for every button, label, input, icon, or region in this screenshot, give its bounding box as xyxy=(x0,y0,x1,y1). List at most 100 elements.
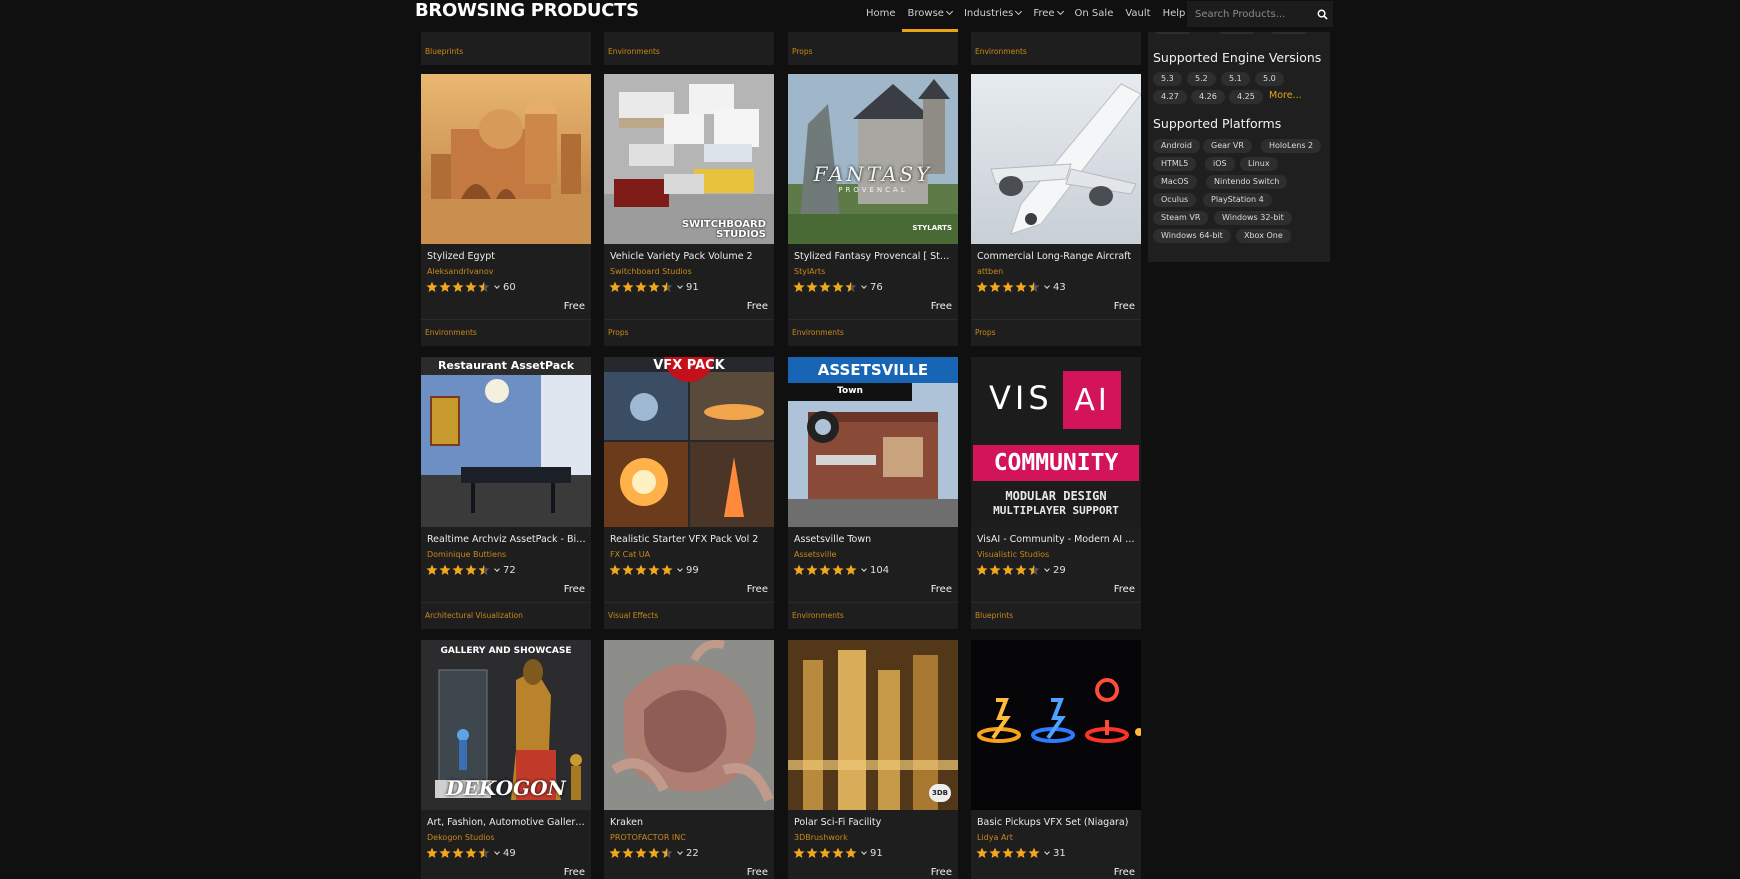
chevron-down-icon[interactable] xyxy=(861,283,867,289)
category-link[interactable]: Environments xyxy=(792,611,844,620)
nav-home[interactable]: Home xyxy=(866,0,896,32)
product-thumbnail[interactable]: SWITCHBOARD STUDIOS xyxy=(604,74,774,244)
seller-name[interactable]: StylArts xyxy=(794,267,825,276)
chevron-down-icon[interactable] xyxy=(861,566,867,572)
product-title[interactable]: Vehicle Variety Pack Volume 2 xyxy=(610,251,770,262)
more-versions-link[interactable]: More... xyxy=(1269,90,1302,101)
platform-pill[interactable]: Windows 32-bit xyxy=(1214,211,1292,225)
product-title[interactable]: Realtime Archviz AssetPack - Bistro xyxy=(427,534,587,545)
seller-name[interactable]: Lidya Art xyxy=(977,833,1013,842)
category-link[interactable]: Environments xyxy=(608,47,660,56)
product-thumbnail[interactable] xyxy=(971,74,1141,244)
product-title[interactable]: VisAI - Community - Modern AI Framework xyxy=(977,534,1137,545)
category-link[interactable]: Props xyxy=(975,328,996,337)
chevron-down-icon[interactable] xyxy=(494,849,500,855)
engine-version-pill[interactable]: 4.26 xyxy=(1191,90,1225,104)
platform-pill[interactable]: iOS xyxy=(1205,157,1235,171)
product-title[interactable]: Assetsville Town xyxy=(794,534,954,545)
platform-pill[interactable]: HoloLens 2 xyxy=(1261,139,1322,153)
seller-name[interactable]: AleksandrIvanov xyxy=(427,267,493,276)
seller-name[interactable]: FX Cat UA xyxy=(610,550,650,559)
product-thumbnail[interactable] xyxy=(971,640,1141,810)
product-card[interactable]: 3DB Polar Sci-Fi Facility 3DBrushwork 91… xyxy=(788,640,958,879)
product-title[interactable]: Basic Pickups VFX Set (Niagara) xyxy=(977,817,1137,828)
engine-version-pill[interactable]: 4.25 xyxy=(1229,90,1263,104)
nav-help[interactable]: Help xyxy=(1163,0,1186,32)
chevron-down-icon[interactable] xyxy=(1044,566,1050,572)
chevron-down-icon[interactable] xyxy=(1044,283,1050,289)
chevron-down-icon[interactable] xyxy=(677,849,683,855)
search-icon[interactable] xyxy=(1311,1,1333,27)
platform-pill[interactable]: HTML5 xyxy=(1153,157,1197,171)
product-title[interactable]: Art, Fashion, Automotive Galleries and S… xyxy=(427,817,587,828)
product-thumbnail[interactable]: GALLERY AND SHOWCASE DEKOGON xyxy=(421,640,591,810)
product-thumbnail[interactable]: 3DB xyxy=(788,640,958,810)
engine-version-pill[interactable]: 5.2 xyxy=(1187,72,1216,86)
product-card[interactable]: VFX PACK Realistic Starter VFX Pack Vol … xyxy=(604,357,774,629)
product-title[interactable]: Commercial Long-Range Aircraft xyxy=(977,251,1137,262)
product-thumbnail[interactable]: ASSETSVILLE Town xyxy=(788,357,958,527)
seller-name[interactable]: attben xyxy=(977,267,1003,276)
category-link[interactable]: Visual Effects xyxy=(608,611,658,620)
product-card[interactable]: Kraken PROTOFACTOR INC 22 Free xyxy=(604,640,774,879)
seller-name[interactable]: Switchboard Studios xyxy=(610,267,692,276)
category-link[interactable]: Environments xyxy=(425,328,477,337)
platform-pill[interactable]: Gear VR xyxy=(1203,139,1252,153)
product-thumbnail[interactable]: VIS AI COMMUNITY MODULAR DESIGN MULTIPLA… xyxy=(971,357,1141,527)
nav-browse[interactable]: Browse xyxy=(901,0,959,32)
category-link[interactable]: Props xyxy=(792,47,813,56)
product-title[interactable]: Kraken xyxy=(610,817,770,828)
platform-pill[interactable]: Linux xyxy=(1240,157,1278,171)
category-link[interactable]: Blueprints xyxy=(425,47,463,56)
category-link[interactable]: Blueprints xyxy=(975,611,1013,620)
engine-version-pill[interactable]: 5.0 xyxy=(1255,72,1284,86)
product-card[interactable]: Commercial Long-Range Aircraft attben 43… xyxy=(971,74,1141,346)
category-link[interactable]: Architectural Visualization xyxy=(425,611,523,620)
category-link[interactable]: Environments xyxy=(792,328,844,337)
seller-name[interactable]: PROTOFACTOR INC xyxy=(610,833,686,842)
platform-pill[interactable]: Android xyxy=(1153,139,1200,153)
chevron-down-icon[interactable] xyxy=(677,283,683,289)
nav-free[interactable]: Free xyxy=(1033,0,1064,32)
engine-version-pill[interactable]: 5.1 xyxy=(1221,72,1250,86)
product-card[interactable]: Basic Pickups VFX Set (Niagara) Lidya Ar… xyxy=(971,640,1141,879)
seller-name[interactable]: Dekogon Studios xyxy=(427,833,495,842)
product-thumbnail[interactable]: Restaurant AssetPack xyxy=(421,357,591,527)
chevron-down-icon[interactable] xyxy=(861,849,867,855)
engine-version-pill[interactable]: 4.27 xyxy=(1153,90,1187,104)
product-card[interactable]: VIS AI COMMUNITY MODULAR DESIGN MULTIPLA… xyxy=(971,357,1141,629)
product-thumbnail[interactable] xyxy=(604,640,774,810)
category-link[interactable]: Props xyxy=(608,328,629,337)
product-thumbnail[interactable]: FANTASY PROVENCAL STYLARTS xyxy=(788,74,958,244)
product-title[interactable]: Realistic Starter VFX Pack Vol 2 xyxy=(610,534,770,545)
chevron-down-icon[interactable] xyxy=(494,283,500,289)
product-thumbnail[interactable]: VFX PACK xyxy=(604,357,774,527)
seller-name[interactable]: Assetsville xyxy=(794,550,836,559)
product-card[interactable]: SWITCHBOARD STUDIOS Vehicle Variety Pack … xyxy=(604,74,774,346)
seller-name[interactable]: 3DBrushwork xyxy=(794,833,848,842)
platform-pill[interactable]: Steam VR xyxy=(1153,211,1209,225)
category-link[interactable]: Environments xyxy=(975,47,1027,56)
platform-pill[interactable]: Oculus xyxy=(1153,193,1197,207)
nav-industries[interactable]: Industries xyxy=(964,0,1023,32)
seller-name[interactable]: Dominique Buttiens xyxy=(427,550,506,559)
product-card[interactable]: Restaurant AssetPack Realtime Archviz As… xyxy=(421,357,591,629)
chevron-down-icon[interactable] xyxy=(494,566,500,572)
search-input[interactable] xyxy=(1187,1,1311,27)
nav-vault[interactable]: Vault xyxy=(1125,0,1150,32)
product-title[interactable]: Stylized Fantasy Provencal [ Stylized Fa… xyxy=(794,251,954,262)
platform-pill[interactable]: Nintendo Switch xyxy=(1206,175,1288,189)
product-title[interactable]: Polar Sci-Fi Facility xyxy=(794,817,954,828)
product-card[interactable]: GALLERY AND SHOWCASE DEKOGON Art, Fashio… xyxy=(421,640,591,879)
product-card[interactable]: ASSETSVILLE Town Assetsville Town Assets… xyxy=(788,357,958,629)
product-thumbnail[interactable] xyxy=(421,74,591,244)
engine-version-pill[interactable]: 5.3 xyxy=(1153,72,1182,86)
platform-pill[interactable]: MacOS xyxy=(1153,175,1197,189)
seller-name[interactable]: Visualistic Studios xyxy=(977,550,1049,559)
nav-on-sale[interactable]: On Sale xyxy=(1075,0,1114,32)
platform-pill[interactable]: Xbox One xyxy=(1236,229,1291,243)
chevron-down-icon[interactable] xyxy=(677,566,683,572)
product-card[interactable]: Stylized Egypt AleksandrIvanov 60 Free E… xyxy=(421,74,591,346)
product-title[interactable]: Stylized Egypt xyxy=(427,251,587,262)
chevron-down-icon[interactable] xyxy=(1044,849,1050,855)
